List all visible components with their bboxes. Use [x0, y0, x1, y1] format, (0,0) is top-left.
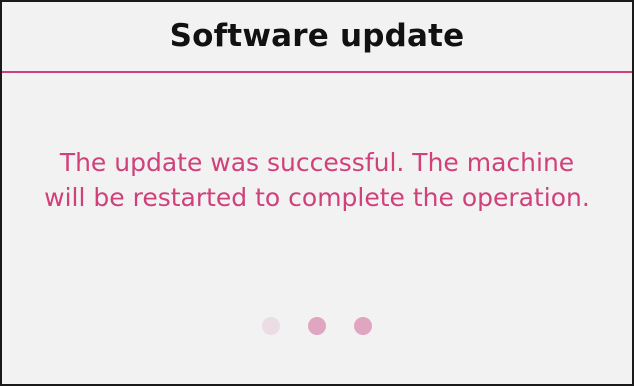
progress-dot-3	[354, 317, 372, 335]
progress-indicator	[2, 317, 632, 335]
update-screen: Software update The update was successfu…	[0, 0, 634, 386]
header-bar: Software update	[2, 2, 632, 73]
progress-dot-1	[262, 317, 280, 335]
status-message: The update was successful. The machine w…	[44, 148, 590, 212]
progress-dot-2	[308, 317, 326, 335]
page-title: Software update	[169, 17, 465, 54]
